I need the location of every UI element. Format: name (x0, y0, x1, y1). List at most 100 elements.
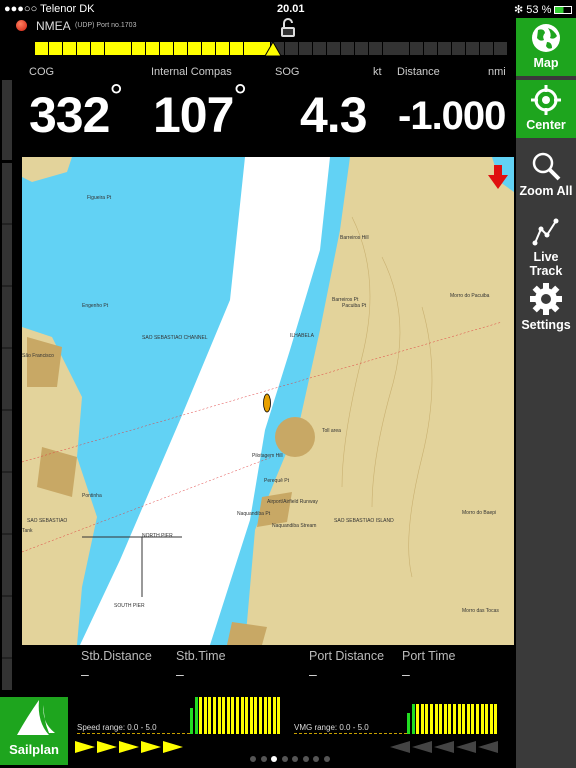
bar (190, 708, 194, 734)
gauge-segment (382, 42, 396, 55)
gauge-segment (299, 42, 313, 55)
sidebar-item-settings[interactable]: Settings (516, 278, 576, 336)
map-label: Airport/Airfield Runway (267, 499, 318, 505)
gauge-segment (76, 42, 90, 55)
speed-range-label: Speed range: 0.0 - 5.0 (77, 723, 157, 732)
vmg-bar-graph (407, 704, 501, 734)
map-label: NORTH PIER (142, 533, 173, 539)
stb-time-label: Stb.Time (176, 649, 226, 663)
vmg-baseline (294, 733, 407, 734)
gauge-segment (201, 42, 215, 55)
arrow-left-icon (412, 741, 432, 753)
globe-icon (532, 24, 560, 52)
map-label: Naquandiba Stream (272, 523, 316, 529)
sailplan-label: Sailplan (9, 742, 59, 757)
sog-label: SOG (275, 66, 300, 78)
gauge-segment (285, 42, 299, 55)
map-label: Pontinha (82, 493, 102, 499)
page-dot[interactable] (292, 756, 298, 762)
bar (268, 697, 273, 734)
map-label: Morro do Baepi (462, 510, 496, 516)
sidebar-item-map[interactable]: Map (516, 18, 576, 76)
distance-unit: nmi (488, 66, 506, 78)
left-panel-scrollbar[interactable] (2, 163, 12, 690)
stb-distance-label: Stb.Distance (81, 649, 152, 663)
bar (236, 697, 240, 734)
map-label: SOUTH PIER (114, 603, 145, 609)
bar (203, 697, 208, 734)
port-time-label: Port Time (402, 649, 456, 663)
gauge-segment (35, 42, 48, 55)
page-dot[interactable] (260, 756, 267, 762)
gauge-segment (48, 42, 62, 55)
bar (254, 697, 259, 734)
bar (494, 704, 499, 734)
bar (272, 697, 277, 734)
gauge-segment (465, 42, 479, 55)
gauge-segment (493, 42, 507, 55)
bar (485, 704, 490, 734)
airfield (257, 492, 292, 527)
page-dot[interactable] (250, 756, 256, 762)
map-label: Perequê Pt (264, 478, 290, 484)
port-arrows (390, 741, 510, 753)
bar (480, 704, 485, 734)
sailplan-button[interactable]: Sailplan (0, 697, 68, 765)
page-dot[interactable] (323, 756, 330, 762)
vmg-range-label: VMG range: 0.0 - 5.0 (294, 723, 369, 732)
speed-bar-graph (190, 697, 284, 734)
map-label: Pacuiba Pt (342, 303, 367, 309)
gauge-segment (174, 42, 187, 55)
bar (462, 704, 467, 734)
gauge-segment (452, 42, 465, 55)
sidebar-item-live-track[interactable]: Live Track (516, 212, 576, 278)
gauge-segment (104, 42, 118, 55)
nautical-chart[interactable]: SAO SEBASTIAO CHANNEL ILHABELA Barreiros H… (22, 157, 514, 645)
boat-icon[interactable] (263, 393, 271, 413)
sidebar-item-center[interactable]: Center (516, 80, 576, 138)
bar (249, 697, 254, 734)
battery-status: ✻ 53 % (514, 3, 573, 16)
gauge-segment (396, 42, 410, 55)
bar (194, 697, 199, 734)
gauge-segment (62, 42, 76, 55)
gauge-segment (229, 42, 243, 55)
map-label: ILHABELA (290, 333, 315, 339)
bar (453, 704, 457, 734)
bar (213, 697, 217, 734)
left-panel-handle[interactable] (2, 80, 12, 160)
track-icon (532, 218, 559, 246)
gauge-segment (424, 42, 438, 55)
map-label: Figueira Pt (87, 195, 112, 201)
sidebar-item-zoom-all[interactable]: Zoom All (516, 146, 576, 204)
page-dot[interactable] (302, 756, 309, 762)
cog-label: COG (29, 66, 55, 78)
sail-icon (17, 700, 55, 735)
crosshair-icon (531, 85, 561, 115)
bar (439, 704, 444, 734)
page-dot[interactable] (313, 756, 319, 762)
gauge-segment (438, 42, 452, 55)
sidebar-item-label: Settings (521, 318, 571, 332)
map-label: Toll area (322, 428, 341, 434)
bar (416, 704, 421, 734)
sidebar-item-label: Zoom All (519, 184, 573, 198)
sog-unit: kt (373, 66, 382, 78)
bar (448, 704, 453, 734)
built-area (27, 337, 62, 387)
page-dot[interactable] (271, 756, 277, 762)
sidebar: Map Center Zoom All Live Track Settings (516, 18, 576, 768)
map-label: Morro das Tocas (462, 608, 499, 614)
gauge-pointer-icon (264, 41, 282, 57)
bar (476, 704, 480, 734)
sog-value: 4.3 (300, 87, 368, 143)
gauge-segment (215, 42, 229, 55)
bar (231, 697, 236, 734)
page-dot[interactable] (281, 756, 288, 762)
arrow-left-icon (456, 741, 476, 753)
bar (277, 697, 282, 734)
bar (208, 697, 213, 734)
arrow-left-icon (390, 741, 410, 753)
bar (245, 697, 250, 734)
magnifier-icon (532, 152, 561, 181)
